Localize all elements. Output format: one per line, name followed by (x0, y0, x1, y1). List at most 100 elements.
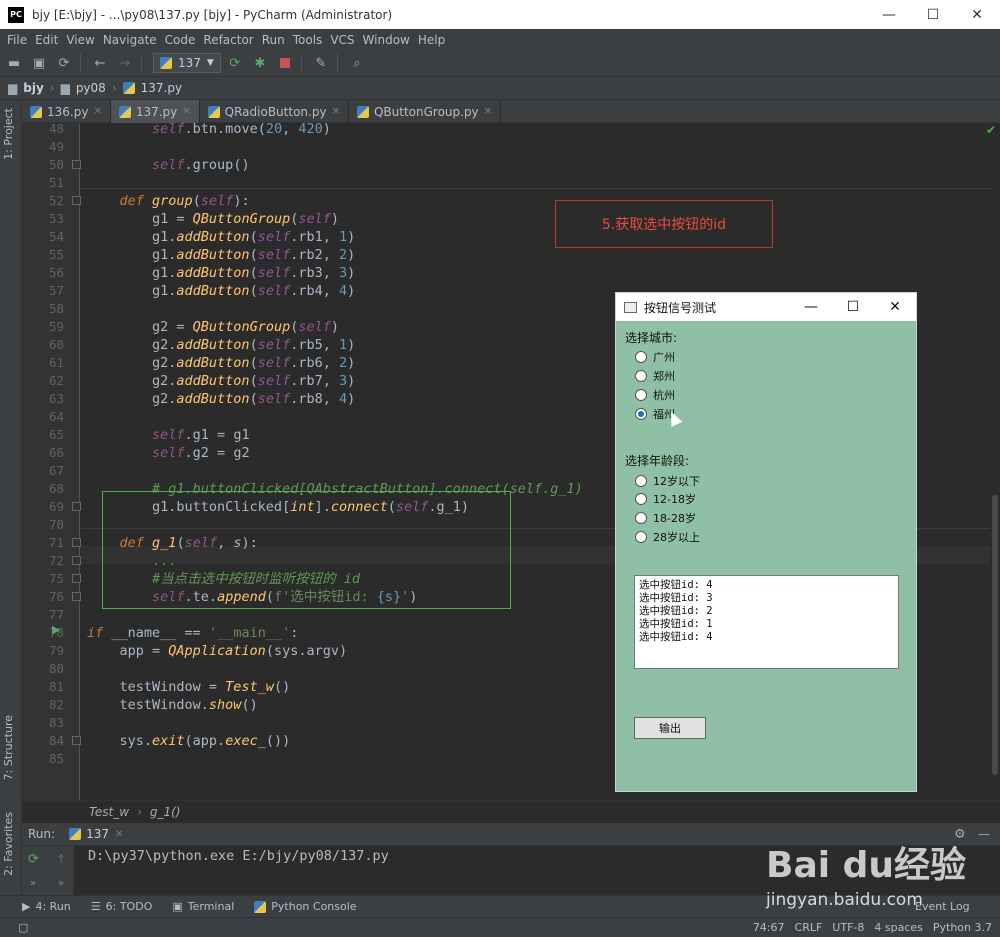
fold-marker-icon[interactable] (72, 160, 81, 169)
fold-marker-icon[interactable] (72, 556, 81, 565)
tab-qbuttongroup-py[interactable]: QButtonGroup.py ✕ (349, 100, 502, 123)
menu-navigate[interactable]: Navigate (103, 33, 157, 47)
fold-marker-icon[interactable] (72, 574, 81, 583)
close-tab-icon[interactable]: ✕ (93, 106, 101, 117)
close-button[interactable]: ✕ (955, 0, 999, 29)
menu-view[interactable]: View (66, 33, 94, 47)
radio-city-hangzhou[interactable]: 杭州 (635, 387, 675, 403)
open-folder-icon[interactable]: ▬ (3, 52, 25, 74)
sync-icon[interactable]: ⟳ (53, 52, 75, 74)
python-file-icon (122, 82, 135, 94)
rerun-icon[interactable]: ⟳ (28, 852, 39, 867)
tab-qradiobutton-py[interactable]: QRadioButton.py ✕ (200, 100, 349, 123)
line-separator[interactable]: CRLF (795, 921, 823, 934)
code-line: g1.addButton(self.rb4, 4) (87, 283, 356, 299)
save-icon[interactable]: ▣ (28, 52, 50, 74)
radio-circle (635, 493, 647, 505)
hide-panel-icon[interactable]: — (978, 827, 990, 841)
log-textedit[interactable]: 选中按钮id: 4 选中按钮id: 3 选中按钮id: 2 选中按钮id: 1 … (634, 575, 899, 669)
fold-marker-icon[interactable] (72, 538, 81, 547)
fold-marker-icon[interactable] (72, 502, 81, 511)
python-file-icon (356, 105, 369, 118)
nav-file[interactable]: 137.py (141, 81, 182, 95)
menu-vcs[interactable]: VCS (330, 33, 354, 47)
tool-tab-todo[interactable]: ☰ 6: TODO (91, 900, 153, 913)
radio-age-12-18[interactable]: 12-18岁 (635, 491, 696, 507)
minimize-button[interactable]: — (867, 0, 911, 29)
wrench-icon[interactable]: ✎ (310, 52, 332, 74)
tool-tab-structure[interactable]: 7: Structure (2, 715, 15, 780)
fold-marker-icon[interactable] (72, 196, 81, 205)
log-line: 选中按钮id: 2 (639, 605, 713, 617)
radio-city-zhengzhou[interactable]: 郑州 (635, 368, 675, 384)
line-number: 68 (48, 481, 64, 496)
run-gutter-icon[interactable]: ▶ (52, 623, 60, 636)
tool-tab-event-log[interactable]: Event Log (915, 900, 970, 913)
menu-code[interactable]: Code (165, 33, 196, 47)
search-icon[interactable]: ⌕ (346, 52, 368, 74)
run-panel-actions: ⟳ ↑ » » (22, 846, 74, 895)
close-tab-icon[interactable]: ✕ (484, 106, 492, 117)
nav-project[interactable]: bjy (23, 81, 44, 95)
crumb-class[interactable]: Test_w (89, 805, 129, 819)
code-line: self.btn.move(20, 420) (152, 123, 331, 137)
menu-help[interactable]: Help (418, 33, 445, 47)
fold-marker-icon[interactable] (72, 736, 81, 745)
pycharm-logo-icon: PC (8, 6, 24, 23)
back-arrow-icon[interactable]: ← (89, 52, 111, 74)
debug-icon[interactable]: ✱ (249, 52, 271, 74)
rerun-icon[interactable]: ⟳ (224, 52, 246, 74)
python-interpreter[interactable]: Python 3.7 (933, 921, 992, 934)
menu-refactor[interactable]: Refactor (203, 33, 253, 47)
line-number: 60 (48, 337, 64, 352)
tool-tab-project[interactable]: 1: Project (2, 108, 15, 160)
line-number: 82 (48, 697, 64, 712)
line-number: 63 (48, 391, 64, 406)
qt-minimize-button[interactable]: — (790, 293, 832, 321)
tool-tab-favorites[interactable]: 2: Favorites (2, 812, 15, 876)
menu-run[interactable]: Run (262, 33, 285, 47)
output-button[interactable]: 输出 (634, 717, 706, 739)
up-arrow-icon[interactable]: ↑ (56, 852, 66, 866)
radio-circle (635, 389, 647, 401)
expand-icon[interactable]: » (30, 878, 36, 889)
menu-file[interactable]: File (7, 33, 27, 47)
run-tab[interactable]: 137 (86, 827, 109, 841)
expand-icon[interactable]: » (58, 878, 64, 889)
file-encoding[interactable]: UTF-8 (832, 921, 864, 934)
code-line: self.g2 = g2 (152, 445, 250, 461)
tool-tab-run[interactable]: ▶ 4: Run (22, 900, 71, 913)
highlight-box (102, 491, 511, 609)
scrollbar-thumb[interactable] (992, 495, 998, 775)
close-tab-icon[interactable]: ✕ (182, 106, 190, 117)
panel-toggle-icon[interactable]: ▢ (18, 921, 28, 934)
maximize-button[interactable]: ☐ (911, 0, 955, 29)
indent-setting[interactable]: 4 spaces (874, 921, 923, 934)
radio-city-guangzhou[interactable]: 广州 (635, 349, 675, 365)
menu-edit[interactable]: Edit (35, 33, 58, 47)
crumb-method[interactable]: g_1() (150, 805, 181, 819)
tool-tab-terminal[interactable]: ▣ Terminal (172, 900, 234, 913)
city-label: 选择城市: (625, 331, 678, 345)
nav-folder[interactable]: py08 (76, 81, 106, 95)
line-number: 67 (48, 463, 64, 478)
tool-tab-python-console[interactable]: Python Console (254, 900, 357, 913)
tab-137-py[interactable]: 137.py ✕ (110, 100, 200, 123)
menu-window[interactable]: Window (363, 33, 410, 47)
close-tab-icon[interactable]: ✕ (332, 106, 340, 117)
caret-position[interactable]: 74:67 (753, 921, 785, 934)
fold-marker-icon[interactable] (72, 592, 81, 601)
stop-icon[interactable] (274, 52, 296, 74)
qt-close-button[interactable]: ✕ (874, 293, 916, 321)
code-line: g1.addButton(self.rb1, 1) (87, 229, 356, 245)
menu-tools[interactable]: Tools (293, 33, 323, 47)
radio-age-over-28[interactable]: 28岁以上 (635, 529, 700, 545)
close-tab-icon[interactable]: ✕ (115, 829, 123, 840)
forward-arrow-icon[interactable]: → (114, 52, 136, 74)
qt-maximize-button[interactable]: ☐ (832, 293, 874, 321)
radio-age-under-12[interactable]: 12岁以下 (635, 473, 700, 489)
radio-age-18-28[interactable]: 18-28岁 (635, 510, 696, 526)
run-configuration-select[interactable]: 137 ▼ (153, 53, 221, 73)
radio-circle (635, 512, 647, 524)
play-icon: ▶ (22, 900, 31, 913)
